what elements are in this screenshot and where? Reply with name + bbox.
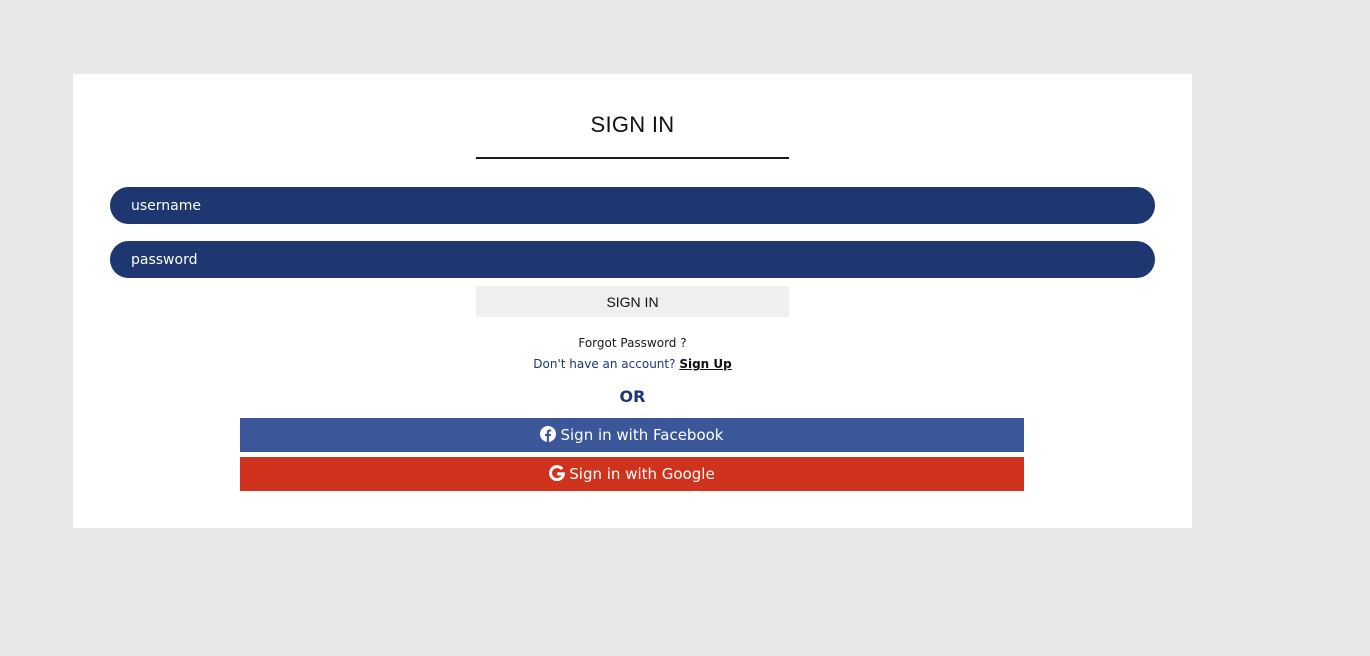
title-underline: [476, 157, 789, 159]
or-divider: OR: [619, 387, 646, 406]
facebook-signin-button[interactable]: Sign in with Facebook: [240, 418, 1024, 452]
google-icon: [549, 464, 566, 481]
page-title: SIGN IN: [590, 112, 675, 137]
google-signin-button[interactable]: Sign in with Google: [240, 457, 1024, 491]
signin-card: SIGN IN SIGN IN Forgot Password ? Don't …: [73, 74, 1192, 528]
signin-button[interactable]: SIGN IN: [476, 286, 789, 317]
signup-prompt: Don't have an account? Sign Up: [73, 357, 1192, 371]
username-input[interactable]: [110, 187, 1155, 224]
google-signin-label: Sign in with Google: [569, 465, 715, 483]
facebook-icon: [540, 425, 557, 442]
forgot-password-link[interactable]: Forgot Password ?: [73, 336, 1192, 350]
no-account-text: Don't have an account?: [533, 357, 676, 371]
facebook-signin-label: Sign in with Facebook: [560, 426, 724, 444]
signup-link[interactable]: Sign Up: [679, 357, 731, 371]
password-input[interactable]: [110, 241, 1155, 278]
